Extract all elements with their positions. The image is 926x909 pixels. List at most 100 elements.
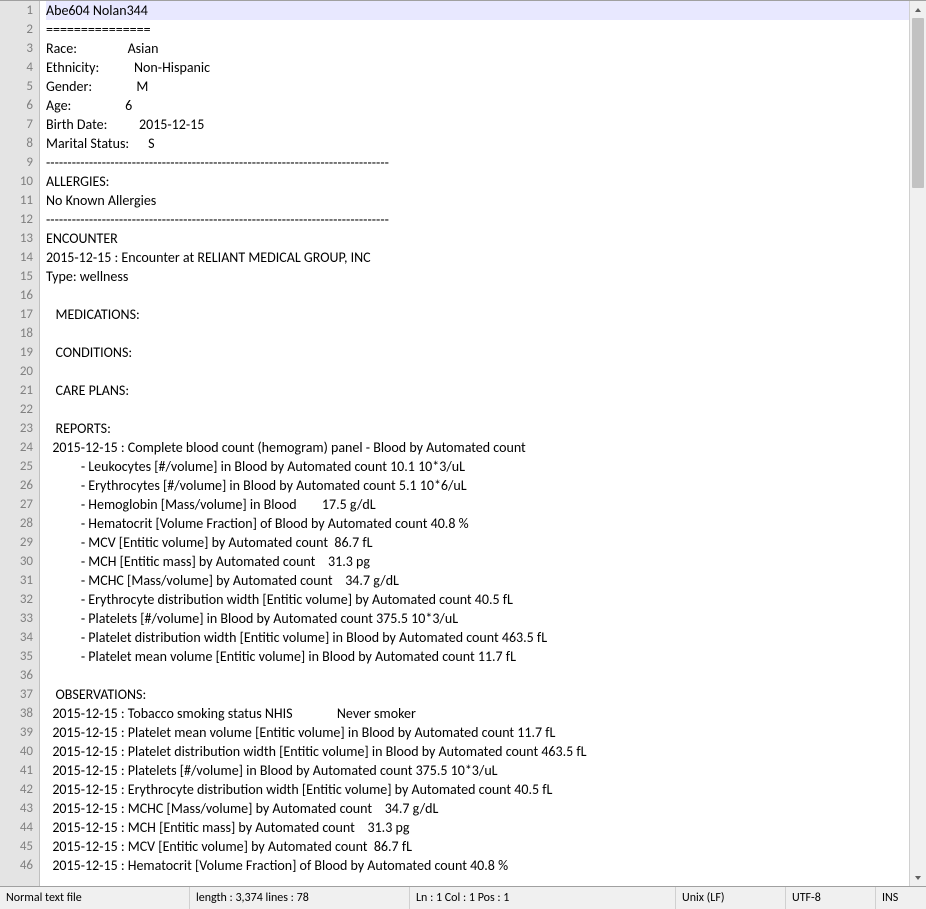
text-line[interactable]: - Erythrocytes [#/volume] in Blood by Au… [46,476,926,495]
line-number: 17 [0,305,33,324]
line-number: 6 [0,96,33,115]
status-position: Ln : 1 Col : 1 Pos : 1 [410,887,676,909]
scroll-down-button[interactable] [910,869,926,886]
status-encoding: UTF-8 [786,887,876,909]
line-number: 29 [0,533,33,552]
line-number: 44 [0,818,33,837]
text-line[interactable]: - Leukocytes [#/volume] in Blood by Auto… [46,457,926,476]
line-number: 46 [0,856,33,875]
text-line[interactable]: ----------------------------------------… [46,210,926,229]
text-line[interactable]: 2015-12-15 : Hematocrit [Volume Fraction… [46,856,926,875]
line-number: 10 [0,172,33,191]
scroll-up-button[interactable] [910,1,926,18]
line-number: 41 [0,761,33,780]
line-number: 3 [0,39,33,58]
scrollbar-track[interactable] [910,18,926,869]
line-number: 45 [0,837,33,856]
text-line[interactable]: 2015-12-15 : Platelet mean volume [Entit… [46,723,926,742]
text-area[interactable]: Abe604 Nolan344===============Race: Asia… [40,1,926,886]
text-line[interactable]: CARE PLANS: [46,381,926,400]
line-number: 5 [0,77,33,96]
line-number: 31 [0,571,33,590]
status-mode: INS [876,887,926,909]
text-line[interactable]: - Erythrocyte distribution width [Entiti… [46,590,926,609]
line-number: 27 [0,495,33,514]
line-number: 12 [0,210,33,229]
line-number: 33 [0,609,33,628]
text-line[interactable] [46,362,926,381]
text-line[interactable]: CONDITIONS: [46,343,926,362]
text-line[interactable]: ALLERGIES: [46,172,926,191]
text-line[interactable] [46,286,926,305]
text-line[interactable]: 2015-12-15 : Encounter at RELIANT MEDICA… [46,248,926,267]
line-number-gutter: 1234567891011121314151617181920212223242… [0,1,40,886]
text-line[interactable]: 2015-12-15 : MCV [Entitic volume] by Aut… [46,837,926,856]
vertical-scrollbar[interactable] [909,1,926,886]
text-line[interactable]: 2015-12-15 : Platelets [#/volume] in Blo… [46,761,926,780]
text-line[interactable]: - MCV [Entitic volume] by Automated coun… [46,533,926,552]
line-number: 28 [0,514,33,533]
line-number: 37 [0,685,33,704]
line-number: 34 [0,628,33,647]
line-number: 30 [0,552,33,571]
text-line[interactable] [46,666,926,685]
editor[interactable]: 1234567891011121314151617181920212223242… [0,0,926,886]
status-bar: Normal text file length : 3,374 lines : … [0,886,926,909]
line-number: 35 [0,647,33,666]
line-number: 14 [0,248,33,267]
line-number: 13 [0,229,33,248]
text-line[interactable]: Race: Asian [46,39,926,58]
text-line[interactable]: ----------------------------------------… [46,153,926,172]
text-line[interactable]: Abe604 Nolan344 [46,1,926,20]
line-number: 11 [0,191,33,210]
text-line[interactable]: No Known Allergies [46,191,926,210]
line-number: 40 [0,742,33,761]
text-line[interactable]: MEDICATIONS: [46,305,926,324]
text-line[interactable]: - MCHC [Mass/volume] by Automated count … [46,571,926,590]
text-line[interactable]: 2015-12-15 : Platelet distribution width… [46,742,926,761]
text-line[interactable] [46,400,926,419]
line-number: 22 [0,400,33,419]
text-line[interactable]: 2015-12-15 : Erythrocyte distribution wi… [46,780,926,799]
text-line[interactable]: - Platelet mean volume [Entitic volume] … [46,647,926,666]
line-number: 43 [0,799,33,818]
text-line[interactable]: =============== [46,20,926,39]
scrollbar-thumb[interactable] [912,18,924,188]
text-line[interactable]: Age: 6 [46,96,926,115]
text-line[interactable]: - Hematocrit [Volume Fraction] of Blood … [46,514,926,533]
text-line[interactable]: ENCOUNTER [46,229,926,248]
text-line[interactable] [46,324,926,343]
line-number: 7 [0,115,33,134]
text-line[interactable]: REPORTS: [46,419,926,438]
text-line[interactable]: - Platelets [#/volume] in Blood by Autom… [46,609,926,628]
line-number: 36 [0,666,33,685]
line-number: 24 [0,438,33,457]
line-number: 4 [0,58,33,77]
line-number: 16 [0,286,33,305]
text-line[interactable]: - MCH [Entitic mass] by Automated count … [46,552,926,571]
text-line[interactable]: Gender: M [46,77,926,96]
text-line[interactable]: - Hemoglobin [Mass/volume] in Blood 17.5… [46,495,926,514]
line-number: 26 [0,476,33,495]
line-number: 39 [0,723,33,742]
status-filetype: Normal text file [0,887,190,909]
line-number: 42 [0,780,33,799]
text-line[interactable]: 2015-12-15 : Tobacco smoking status NHIS… [46,704,926,723]
text-line[interactable]: OBSERVATIONS: [46,685,926,704]
text-line[interactable]: - Platelet distribution width [Entitic v… [46,628,926,647]
text-line[interactable]: 2015-12-15 : Complete blood count (hemog… [46,438,926,457]
text-line[interactable]: Type: wellness [46,267,926,286]
status-length: length : 3,374 lines : 78 [190,887,410,909]
line-number: 9 [0,153,33,172]
line-number: 32 [0,590,33,609]
line-number: 25 [0,457,33,476]
line-number: 23 [0,419,33,438]
status-eol: Unix (LF) [676,887,786,909]
line-number: 19 [0,343,33,362]
text-line[interactable]: 2015-12-15 : MCH [Entitic mass] by Autom… [46,818,926,837]
text-line[interactable]: Marital Status: S [46,134,926,153]
text-line[interactable]: Birth Date: 2015-12-15 [46,115,926,134]
text-line[interactable]: 2015-12-15 : MCHC [Mass/volume] by Autom… [46,799,926,818]
line-number: 2 [0,20,33,39]
text-line[interactable]: Ethnicity: Non-Hispanic [46,58,926,77]
